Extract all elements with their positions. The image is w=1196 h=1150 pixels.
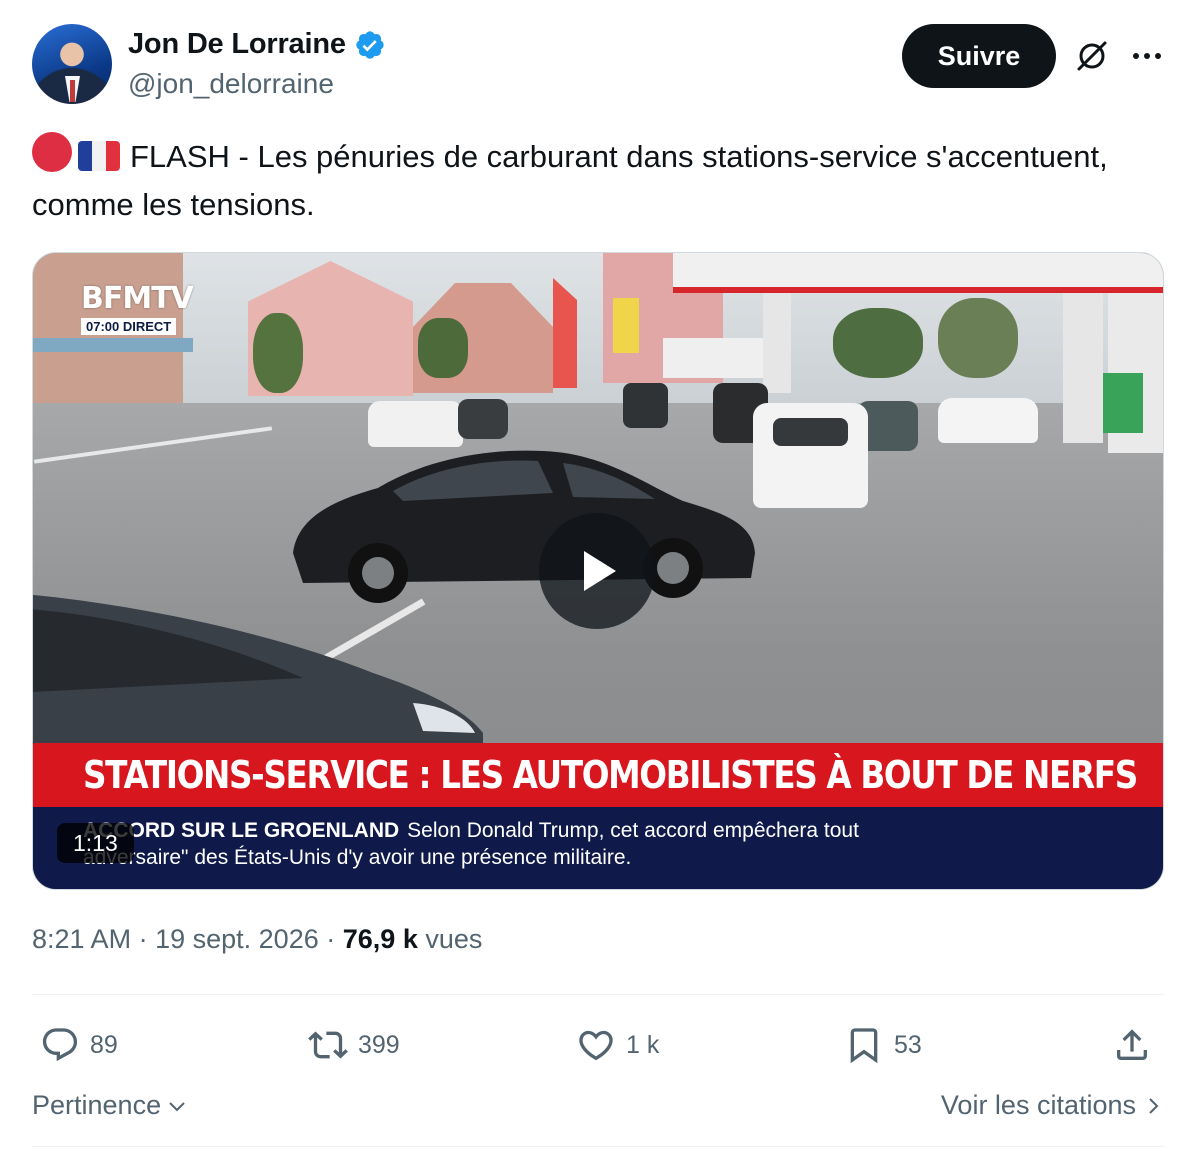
share-button[interactable] — [1112, 1020, 1152, 1070]
like-count: 1 k — [626, 1030, 660, 1059]
repost-icon — [308, 1031, 348, 1059]
grok-slash-icon[interactable] — [1074, 38, 1110, 74]
tweet-date[interactable]: 19 sept. 2026 — [155, 924, 319, 954]
verified-badge-icon — [356, 30, 384, 59]
tweet-body: FLASH - Les pénuries de carburant dans s… — [32, 139, 1108, 222]
views-label: vues — [425, 924, 483, 954]
view-quotes-label: Voir les citations — [940, 1090, 1136, 1120]
bookmark-icon — [850, 1028, 878, 1064]
chevron-right-icon — [1149, 1097, 1159, 1114]
black-car-shape — [293, 450, 755, 603]
bookmark-button[interactable]: 53 — [844, 1020, 922, 1070]
tweet-actions: 89 399 1 k 53 — [32, 1020, 1164, 1070]
tweet-header: Jon De Lorraine @jon_delorraine Suivre — [32, 24, 1164, 106]
divider — [32, 994, 1164, 995]
views-count: 76,9 k — [342, 924, 418, 954]
view-quotes-link[interactable]: Voir les citations — [941, 1090, 1164, 1121]
bookmark-count: 53 — [894, 1030, 922, 1059]
tweet-meta: 8:21 AM · 19 sept. 2026 · 76,9 k vues — [32, 924, 483, 954]
author-name-row: Jon De Lorraine — [128, 28, 386, 61]
reply-count: 89 — [90, 1030, 118, 1059]
more-dots-icon[interactable] — [1130, 40, 1164, 72]
author-handle[interactable]: @jon_delorraine — [128, 68, 334, 100]
channel-logo: BFMTV 07:00 DIRECT — [81, 281, 194, 335]
red-circle-emoji — [32, 132, 72, 172]
repost-button[interactable]: 399 — [308, 1020, 400, 1070]
divider — [32, 1146, 1164, 1147]
ticker-text-line-2: adversaire" des États-Unis d'y avoir une… — [83, 846, 632, 869]
author-display-name[interactable]: Jon De Lorraine — [128, 28, 346, 61]
news-ticker: ACCORD SUR LE GROENLAND Selon Donald Trum… — [33, 807, 1163, 889]
video-player[interactable]: BFMTV 07:00 DIRECT STATIONS-SERVICE : LE… — [32, 252, 1164, 890]
news-headline-banner: STATIONS-SERVICE : LES AUTOMOBILISTES À … — [33, 743, 1163, 807]
video-duration: 1:13 — [57, 823, 134, 863]
follow-button[interactable]: Suivre — [902, 24, 1056, 88]
tweet-time[interactable]: 8:21 AM — [32, 924, 131, 954]
reply-icon — [42, 1028, 78, 1062]
repost-count: 399 — [358, 1030, 400, 1059]
live-time-badge: 07:00 DIRECT — [81, 318, 177, 335]
like-button[interactable]: 1 k — [576, 1020, 659, 1070]
sort-label: Pertinence — [32, 1090, 162, 1120]
play-icon — [584, 551, 616, 591]
heart-icon — [579, 1030, 613, 1061]
foreground-car-shape — [33, 594, 483, 753]
ticker-text-line-1: Selon Donald Trump, cet accord empêchera… — [407, 819, 859, 842]
share-icon — [1117, 1029, 1147, 1060]
chevron-down-icon — [169, 1101, 185, 1111]
avatar[interactable] — [32, 24, 112, 104]
reply-button[interactable]: 89 — [40, 1020, 118, 1070]
flag-france-emoji — [78, 141, 120, 171]
sort-dropdown[interactable]: Pertinence — [32, 1090, 189, 1121]
tweet-text: FLASH - Les pénuries de carburant dans s… — [32, 132, 1152, 229]
play-button[interactable] — [539, 513, 655, 629]
